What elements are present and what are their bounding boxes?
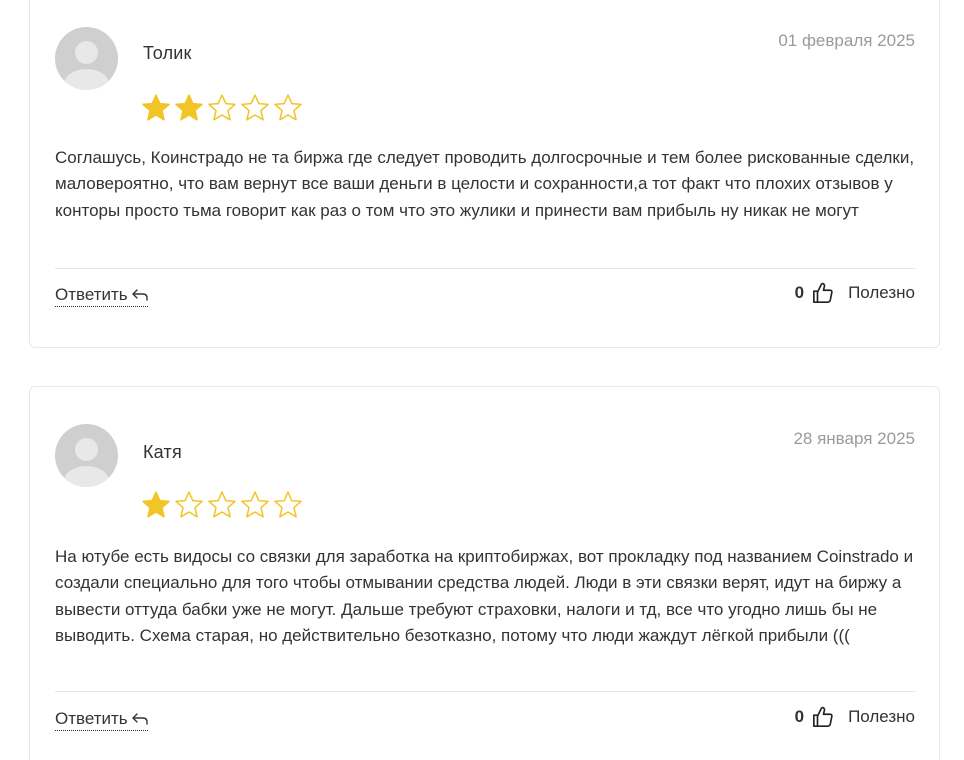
star-filled-icon: [141, 490, 171, 520]
reply-button[interactable]: Ответить: [55, 285, 148, 307]
avatar-body: [64, 466, 109, 487]
divider: [55, 691, 916, 692]
avatar-head: [75, 41, 98, 64]
star-empty-icon: [240, 93, 270, 123]
reply-label: Ответить: [55, 709, 128, 728]
review-text: Соглашусь, Коинстрадо не та биржа где сл…: [55, 148, 915, 220]
reply-button[interactable]: Ответить: [55, 709, 148, 731]
helpful-label: Полезно: [848, 283, 915, 302]
star-rating: [141, 490, 303, 520]
review-author: Толик: [143, 43, 192, 63]
review-date: 01 февраля 2025: [778, 31, 915, 50]
star-rating: [141, 93, 303, 123]
avatar: [55, 27, 118, 90]
review-author: Катя: [143, 442, 182, 462]
star-empty-icon: [273, 93, 303, 123]
avatar: [55, 424, 118, 487]
star-filled-icon: [141, 93, 171, 123]
reply-arrow-icon: [131, 289, 148, 301]
reply-label: Ответить: [55, 285, 128, 304]
review-card: Катя 28 января 2025 На ютубе есть видосы…: [29, 386, 940, 760]
star-empty-icon: [207, 490, 237, 520]
reviews-page: Толик 01 февраля 2025 Соглашусь, Коинстр…: [0, 0, 964, 760]
helpful-count: 0: [794, 283, 805, 302]
reply-arrow-icon: [131, 713, 148, 725]
helpful-label: Полезно: [848, 707, 915, 726]
star-empty-icon: [273, 490, 303, 520]
star-filled-icon: [174, 93, 204, 123]
thumbs-up-icon[interactable]: [812, 282, 834, 304]
star-empty-icon: [207, 93, 237, 123]
helpful-count: 0: [794, 707, 805, 726]
review-card: Толик 01 февраля 2025 Соглашусь, Коинстр…: [29, 0, 940, 348]
avatar-body: [64, 69, 109, 90]
thumbs-up-icon[interactable]: [812, 706, 834, 728]
avatar-head: [75, 438, 98, 461]
star-empty-icon: [240, 490, 270, 520]
review-date: 28 января 2025: [793, 429, 915, 448]
helpful-section: 0 Полезно: [795, 282, 915, 304]
review-text: На ютубе есть видосы со связки для зараб…: [55, 547, 914, 645]
helpful-section: 0 Полезно: [795, 706, 915, 728]
star-empty-icon: [174, 490, 204, 520]
divider: [55, 268, 916, 269]
